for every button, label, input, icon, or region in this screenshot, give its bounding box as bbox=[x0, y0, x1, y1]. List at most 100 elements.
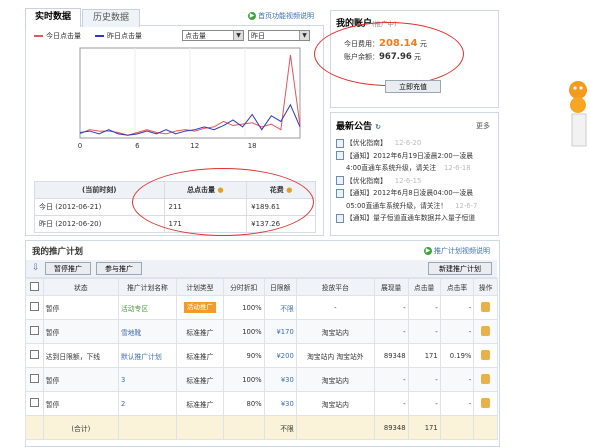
checkbox-cell bbox=[25, 391, 44, 416]
total-cell bbox=[439, 415, 475, 440]
plan-name[interactable]: 雪地靴 bbox=[117, 319, 177, 344]
plan-type: 标准推广 bbox=[175, 391, 224, 416]
row-checkbox[interactable] bbox=[29, 302, 39, 311]
total-cell bbox=[473, 415, 498, 440]
notice-text: 【通知】量子恒道直通车数据并入量子恒道 bbox=[346, 214, 476, 222]
plan-video-help-link[interactable]: ▶ 推广计划视频说明 bbox=[424, 246, 490, 256]
edit-hand-icon[interactable] bbox=[481, 325, 491, 336]
select-all-checkbox[interactable] bbox=[29, 281, 39, 291]
tab-history[interactable]: 历史数据 bbox=[82, 9, 140, 27]
notice-date: 12-6-20 bbox=[394, 139, 422, 147]
plans-header-row: 状态 推广计划名称 计划类型 分时折扣 日限额 投放平台 展现量 点击量 点击率… bbox=[25, 278, 498, 296]
header-actions: 操作 bbox=[473, 278, 498, 296]
metric-select[interactable]: 点击量 ▼ bbox=[182, 30, 244, 41]
notice-item[interactable]: 【优化指南】 12-6-15 bbox=[336, 175, 422, 185]
highlight-ellipse bbox=[314, 22, 464, 86]
ctr: - bbox=[439, 391, 475, 416]
day-select[interactable]: 昨日 ▼ bbox=[248, 30, 310, 41]
document-icon bbox=[336, 138, 344, 148]
document-icon bbox=[336, 188, 344, 198]
toolbar-arrow-icon: ⇩ bbox=[32, 263, 40, 273]
edit-hand-icon[interactable] bbox=[481, 397, 491, 408]
plan-status: 达到日限额，下线 bbox=[42, 343, 119, 368]
plan-status: 暂停 bbox=[42, 319, 119, 344]
impressions: - bbox=[373, 367, 409, 392]
notice-item[interactable]: 【优化指南】 12-6-20 bbox=[336, 137, 421, 148]
total-cell bbox=[222, 415, 265, 440]
recharge-button[interactable]: 立即充值 bbox=[385, 80, 441, 93]
header-clicks: 点击量 bbox=[407, 278, 441, 296]
header-ctr: 点击率 bbox=[439, 278, 475, 296]
legend-today: 今日点击量 bbox=[34, 31, 81, 41]
clicks: - bbox=[407, 295, 441, 320]
row-checkbox[interactable] bbox=[29, 350, 39, 359]
clicks: - bbox=[407, 319, 441, 344]
legend-today-label: 今日点击量 bbox=[46, 32, 81, 40]
new-plan-button[interactable]: 新建推广计划 bbox=[428, 262, 492, 275]
plan-name[interactable]: 3 bbox=[117, 367, 177, 392]
plans-title: 我的推广计划 bbox=[32, 247, 84, 257]
plan-name[interactable]: 2 bbox=[117, 391, 177, 416]
actions bbox=[473, 319, 498, 344]
plan-type: 标准推广 bbox=[175, 367, 224, 392]
edit-hand-icon[interactable] bbox=[481, 349, 491, 360]
mascot-icon[interactable] bbox=[566, 78, 590, 148]
ctr: - bbox=[439, 295, 475, 320]
time-discount: 100% bbox=[222, 367, 265, 392]
daily-limit: ¥30 bbox=[263, 367, 297, 392]
legend-yesterday-swatch bbox=[95, 35, 104, 37]
row-checkbox[interactable] bbox=[29, 326, 39, 335]
total-cell bbox=[25, 415, 44, 440]
notice-item[interactable]: 【通知】2012年6月8日凌晨04:00—凌晨 bbox=[336, 187, 473, 198]
notice-text: 05:00直通车系统升级，请关注！ bbox=[346, 201, 448, 210]
join-plan-button[interactable]: 参与推广 bbox=[96, 262, 142, 275]
edit-hand-icon[interactable] bbox=[481, 373, 491, 384]
impressions: - bbox=[373, 319, 409, 344]
notice-item[interactable]: 05:00直通车系统升级，请关注！ 12-6-7 bbox=[346, 200, 477, 210]
notice-text: 【通知】2012年6月8日凌晨04:00—凌晨 bbox=[346, 189, 474, 197]
plan-video-help-text: 推广计划视频说明 bbox=[434, 247, 490, 255]
impressions: - bbox=[373, 295, 409, 320]
notice-item[interactable]: 【通知】2012年6月19日凌晨2:00—凌晨 bbox=[336, 150, 473, 160]
header-plan-type: 计划类型 bbox=[175, 278, 224, 296]
plan-name[interactable]: 活动专区 bbox=[117, 295, 177, 320]
edit-hand-icon[interactable] bbox=[481, 301, 491, 312]
checkbox-cell bbox=[25, 295, 44, 320]
total-clicks: 171 bbox=[407, 415, 441, 440]
time-discount: 100% bbox=[222, 319, 265, 344]
legend-today-swatch bbox=[34, 35, 43, 37]
pause-plan-button[interactable]: 暂停推广 bbox=[45, 262, 91, 275]
plan-row: 暂停 活动专区 活动推广 100% 不限 - - - - bbox=[25, 295, 498, 320]
chevron-down-icon: ▼ bbox=[299, 31, 309, 40]
legend-yesterday-label: 昨日点击量 bbox=[107, 32, 142, 40]
notice-item[interactable]: 【通知】量子恒道直通车数据并入量子恒道 bbox=[336, 212, 475, 223]
document-icon bbox=[336, 176, 344, 185]
tab-realtime[interactable]: 实时数据 bbox=[25, 8, 81, 27]
actions bbox=[473, 295, 498, 320]
plan-status: 暂停 bbox=[42, 295, 119, 320]
impressions: - bbox=[373, 391, 409, 416]
notice-text: 4:00直通车系统升级，请关注 bbox=[346, 164, 437, 172]
notice-title: 最新公告 ↻ bbox=[336, 119, 381, 132]
legend-yesterday: 昨日点击量 bbox=[95, 31, 142, 41]
notice-date: 12-6-18 bbox=[444, 164, 471, 172]
plan-type: 活动推广 bbox=[175, 295, 224, 320]
row-checkbox[interactable] bbox=[29, 398, 39, 407]
row-checkbox[interactable] bbox=[29, 374, 39, 383]
chevron-down-icon: ▼ bbox=[233, 31, 243, 40]
plan-type: 标准推广 bbox=[175, 319, 224, 344]
plan-name[interactable]: 默认推广计划 bbox=[117, 343, 177, 368]
home-video-help-link[interactable]: ▶ 首页功能视频说明 bbox=[248, 11, 314, 21]
ctr: 0.19% bbox=[439, 343, 475, 368]
x-tick-label: 0 bbox=[78, 142, 82, 150]
refresh-icon[interactable]: ↻ bbox=[375, 123, 381, 131]
notice-date: 12-6-15 bbox=[394, 176, 422, 185]
home-video-help-text: 首页功能视频说明 bbox=[258, 12, 314, 20]
notice-item[interactable]: 4:00直通车系统升级，请关注 12-6-18 bbox=[346, 162, 471, 172]
notice-more-link[interactable]: 更多 bbox=[476, 121, 490, 131]
notice-text: 【优化指南】 bbox=[346, 139, 387, 147]
clicks: - bbox=[407, 367, 441, 392]
document-icon bbox=[336, 151, 344, 160]
total-impressions: 89348 bbox=[373, 415, 409, 440]
daily-limit: 不限 bbox=[263, 295, 297, 320]
